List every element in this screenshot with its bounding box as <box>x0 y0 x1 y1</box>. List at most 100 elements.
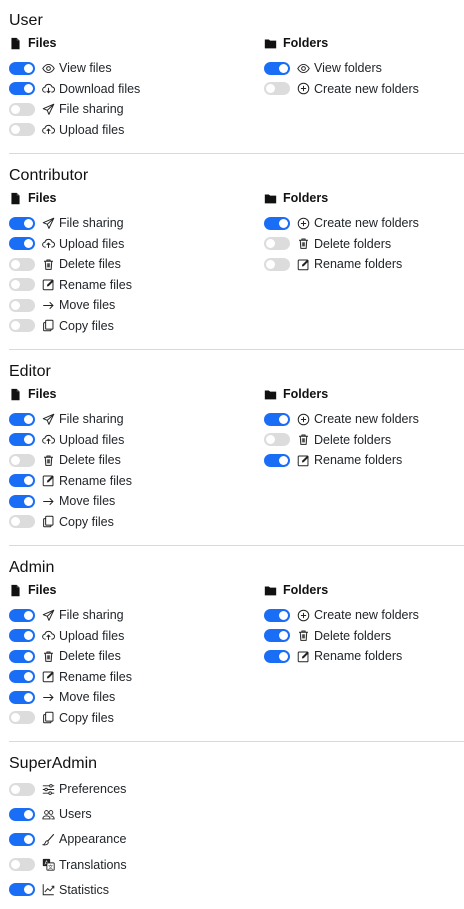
permission-row-translations[interactable]: A文 Translations <box>9 857 127 873</box>
permission-label: Delete folders <box>314 236 392 251</box>
permission-row-view-folders[interactable]: View folders <box>264 60 382 76</box>
toggle-switch[interactable] <box>9 690 35 704</box>
toggle-switch[interactable] <box>9 782 35 796</box>
edit-icon <box>42 474 55 487</box>
toggle-switch[interactable] <box>264 433 290 446</box>
permission-row-delete-files[interactable]: Delete files <box>9 648 121 664</box>
permission-row-delete-folders[interactable]: Delete folders <box>264 432 391 448</box>
permission-row-delete-folders[interactable]: Delete folders <box>264 236 391 252</box>
permission-row-appearance[interactable]: Appearance <box>9 831 126 847</box>
permission-label: Rename folders <box>314 257 403 271</box>
files-column-heading: Files <box>9 191 57 205</box>
permission-row-copy-files[interactable]: Copy files <box>9 710 114 726</box>
toggle-switch[interactable] <box>264 649 290 663</box>
permission-row-file-sharing[interactable]: File sharing <box>9 607 124 623</box>
toggle-switch[interactable] <box>9 515 35 528</box>
permission-row-create-new-folders[interactable]: Create new folders <box>264 81 419 97</box>
permission-row-rename-files[interactable]: Rename files <box>9 277 132 293</box>
permission-row-move-files[interactable]: Move files <box>9 689 115 705</box>
toggle-switch[interactable] <box>264 608 290 622</box>
permission-label: Translations <box>59 857 127 872</box>
permission-row-create-new-folders[interactable]: Create new folders <box>264 411 419 427</box>
toggle-switch[interactable] <box>9 858 35 872</box>
permission-row-create-new-folders[interactable]: Create new folders <box>264 215 419 231</box>
toggle-switch[interactable] <box>9 61 35 75</box>
toggle-switch[interactable] <box>9 608 35 622</box>
folders-column-heading: Folders <box>264 387 328 401</box>
column-heading-label: Folders <box>283 36 329 50</box>
toggle-switch[interactable] <box>264 412 290 426</box>
permission-row-copy-files[interactable]: Copy files <box>9 514 114 530</box>
toggle-knob <box>24 692 33 702</box>
permission-row-rename-folders[interactable]: Rename folders <box>264 648 402 664</box>
file-icon <box>9 584 22 597</box>
toggle-switch[interactable] <box>9 883 35 897</box>
permission-row-create-new-folders[interactable]: Create new folders <box>264 607 419 623</box>
permission-row-statistics[interactable]: Statistics <box>9 882 109 898</box>
toggle-switch[interactable] <box>9 319 35 332</box>
plus-circle-icon <box>297 82 310 95</box>
permission-row-copy-files[interactable]: Copy files <box>9 318 114 334</box>
role-section-admin: Admin Files File sharing Upload files Delete… <box>0 559 464 725</box>
permission-row-upload-files[interactable]: Upload files <box>9 432 124 448</box>
toggle-switch[interactable] <box>9 237 35 250</box>
toggle-switch[interactable] <box>9 433 35 446</box>
permission-row-delete-files[interactable]: Delete files <box>9 452 121 468</box>
permission-row-rename-files[interactable]: Rename files <box>9 669 132 685</box>
toggle-switch[interactable] <box>9 257 35 271</box>
permission-label: Statistics <box>59 882 110 897</box>
toggle-switch[interactable] <box>9 102 35 116</box>
chart-line-icon <box>42 883 55 896</box>
permission-label: Appearance <box>59 832 127 847</box>
permission-row-upload-files[interactable]: Upload files <box>9 236 124 252</box>
edit-icon <box>297 454 310 467</box>
toggle-knob <box>11 280 20 289</box>
toggle-switch[interactable] <box>264 453 290 467</box>
permission-row-download-files[interactable]: Download files <box>9 81 140 97</box>
toggle-switch[interactable] <box>9 474 35 487</box>
toggle-knob <box>266 84 275 93</box>
toggle-switch[interactable] <box>264 237 290 250</box>
toggle-switch[interactable] <box>9 629 35 642</box>
toggle-switch[interactable] <box>264 216 290 230</box>
permission-label: Delete folders <box>314 432 392 447</box>
permission-row-file-sharing[interactable]: File sharing <box>9 101 124 117</box>
permission-row-view-files[interactable]: View files <box>9 60 112 76</box>
toggle-switch[interactable] <box>9 278 35 291</box>
toggle-switch[interactable] <box>9 298 35 312</box>
toggle-switch[interactable] <box>9 711 35 724</box>
toggle-switch[interactable] <box>9 82 35 95</box>
file-icon <box>9 37 22 50</box>
permission-row-file-sharing[interactable]: File sharing <box>9 215 124 231</box>
toggle-switch[interactable] <box>9 832 35 846</box>
permission-row-rename-files[interactable]: Rename files <box>9 473 132 489</box>
toggle-switch[interactable] <box>264 257 290 271</box>
users-icon <box>42 808 55 821</box>
permission-row-upload-files[interactable]: Upload files <box>9 628 124 644</box>
toggle-switch[interactable] <box>9 494 35 508</box>
toggle-switch[interactable] <box>9 453 35 467</box>
send-icon <box>42 413 55 426</box>
permission-row-rename-folders[interactable]: Rename folders <box>264 452 402 468</box>
toggle-switch[interactable] <box>264 629 290 642</box>
cloud-upload-icon <box>42 433 55 446</box>
permission-row-upload-files[interactable]: Upload files <box>9 122 124 138</box>
toggle-switch[interactable] <box>9 123 35 136</box>
toggle-switch[interactable] <box>264 61 290 75</box>
permission-row-move-files[interactable]: Move files <box>9 493 115 509</box>
permission-row-delete-folders[interactable]: Delete folders <box>264 628 391 644</box>
toggle-switch[interactable] <box>9 412 35 426</box>
toggle-switch[interactable] <box>9 807 35 821</box>
permission-row-preferences[interactable]: Preferences <box>9 781 126 797</box>
toggle-knob <box>266 435 275 444</box>
toggle-switch[interactable] <box>9 216 35 230</box>
permission-row-move-files[interactable]: Move files <box>9 297 115 313</box>
permission-row-delete-files[interactable]: Delete files <box>9 256 121 272</box>
permission-label: Users <box>59 807 92 822</box>
permission-row-users[interactable]: Users <box>9 806 92 822</box>
toggle-switch[interactable] <box>9 670 35 683</box>
toggle-switch[interactable] <box>264 82 290 95</box>
permission-row-rename-folders[interactable]: Rename folders <box>264 256 402 272</box>
permission-row-file-sharing[interactable]: File sharing <box>9 411 124 427</box>
toggle-switch[interactable] <box>9 649 35 663</box>
